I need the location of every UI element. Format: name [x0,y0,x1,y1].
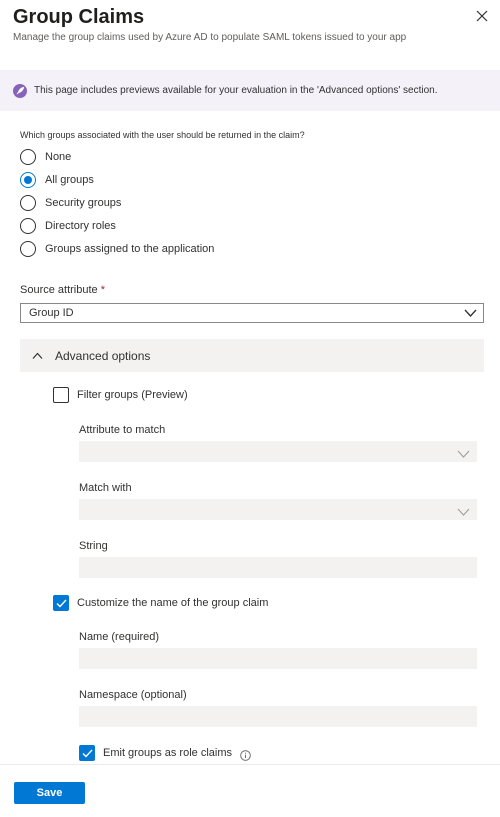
name-input[interactable] [79,648,477,669]
info-icon[interactable] [240,748,251,761]
save-button[interactable]: Save [14,782,85,804]
radio-circle[interactable] [20,149,36,165]
advanced-options-label: Advanced options [55,348,151,363]
radio-label: Groups assigned to the application [45,243,215,255]
customize-name-label: Customize the name of the group claim [77,597,269,609]
match-with-select[interactable] [79,499,477,520]
radio-label: Directory roles [45,220,116,232]
namespace-label: Namespace (optional) [79,689,187,701]
required-mark: * [100,284,105,296]
customize-name-checkbox-row[interactable]: Customize the name of the group claim [53,595,268,611]
panel-subtitle: Manage the group claims used by Azure AD… [13,32,407,43]
attribute-to-match-label: Attribute to match [79,424,166,436]
radio-all-groups[interactable]: All groups [20,172,94,188]
source-attribute-value: Group ID [29,307,74,319]
string-label: String [79,540,108,552]
chevron-down-icon [457,504,470,522]
match-with-label: Match with [79,482,132,494]
emit-roles-checkbox-row[interactable]: Emit groups as role claims [79,745,251,761]
radio-security-groups[interactable]: Security groups [20,195,121,211]
radio-circle[interactable] [20,195,36,211]
filter-groups-checkbox[interactable] [53,387,69,403]
panel-title: Group Claims [13,6,145,28]
preview-banner-text: This page includes previews available fo… [34,85,438,96]
radio-circle[interactable] [20,218,36,234]
string-input[interactable] [79,557,477,578]
radio-groups-assigned[interactable]: Groups assigned to the application [20,241,214,257]
preview-rocket-icon [13,83,27,98]
namespace-input[interactable] [79,706,477,727]
emit-roles-label: Emit groups as role claims [103,747,232,759]
attribute-to-match-select[interactable] [79,441,477,462]
groups-question: Which groups associated with the user sh… [20,130,305,140]
emit-roles-checkbox[interactable] [79,745,95,761]
chevron-down-icon[interactable] [464,308,477,321]
preview-banner: This page includes previews available fo… [0,70,500,111]
radio-circle[interactable] [20,172,36,188]
close-icon[interactable] [474,8,490,24]
source-attribute-select[interactable]: Group ID [20,303,484,323]
source-attribute-label: Source attribute * [20,284,105,296]
radio-label: All groups [45,174,94,186]
radio-label: None [45,151,72,163]
customize-name-checkbox[interactable] [53,595,69,611]
chevron-up-icon [32,349,43,363]
footer-divider [0,764,500,765]
source-attribute-label-text: Source attribute [20,284,98,296]
advanced-options-toggle[interactable]: Advanced options [20,339,484,372]
name-label: Name (required) [79,631,160,643]
radio-circle[interactable] [20,241,36,257]
filter-groups-label: Filter groups (Preview) [77,389,188,401]
radio-label: Security groups [45,197,122,209]
radio-none[interactable]: None [20,149,71,165]
radio-directory-roles[interactable]: Directory roles [20,218,116,234]
filter-groups-checkbox-row[interactable]: Filter groups (Preview) [53,387,188,403]
chevron-down-icon [457,446,470,464]
